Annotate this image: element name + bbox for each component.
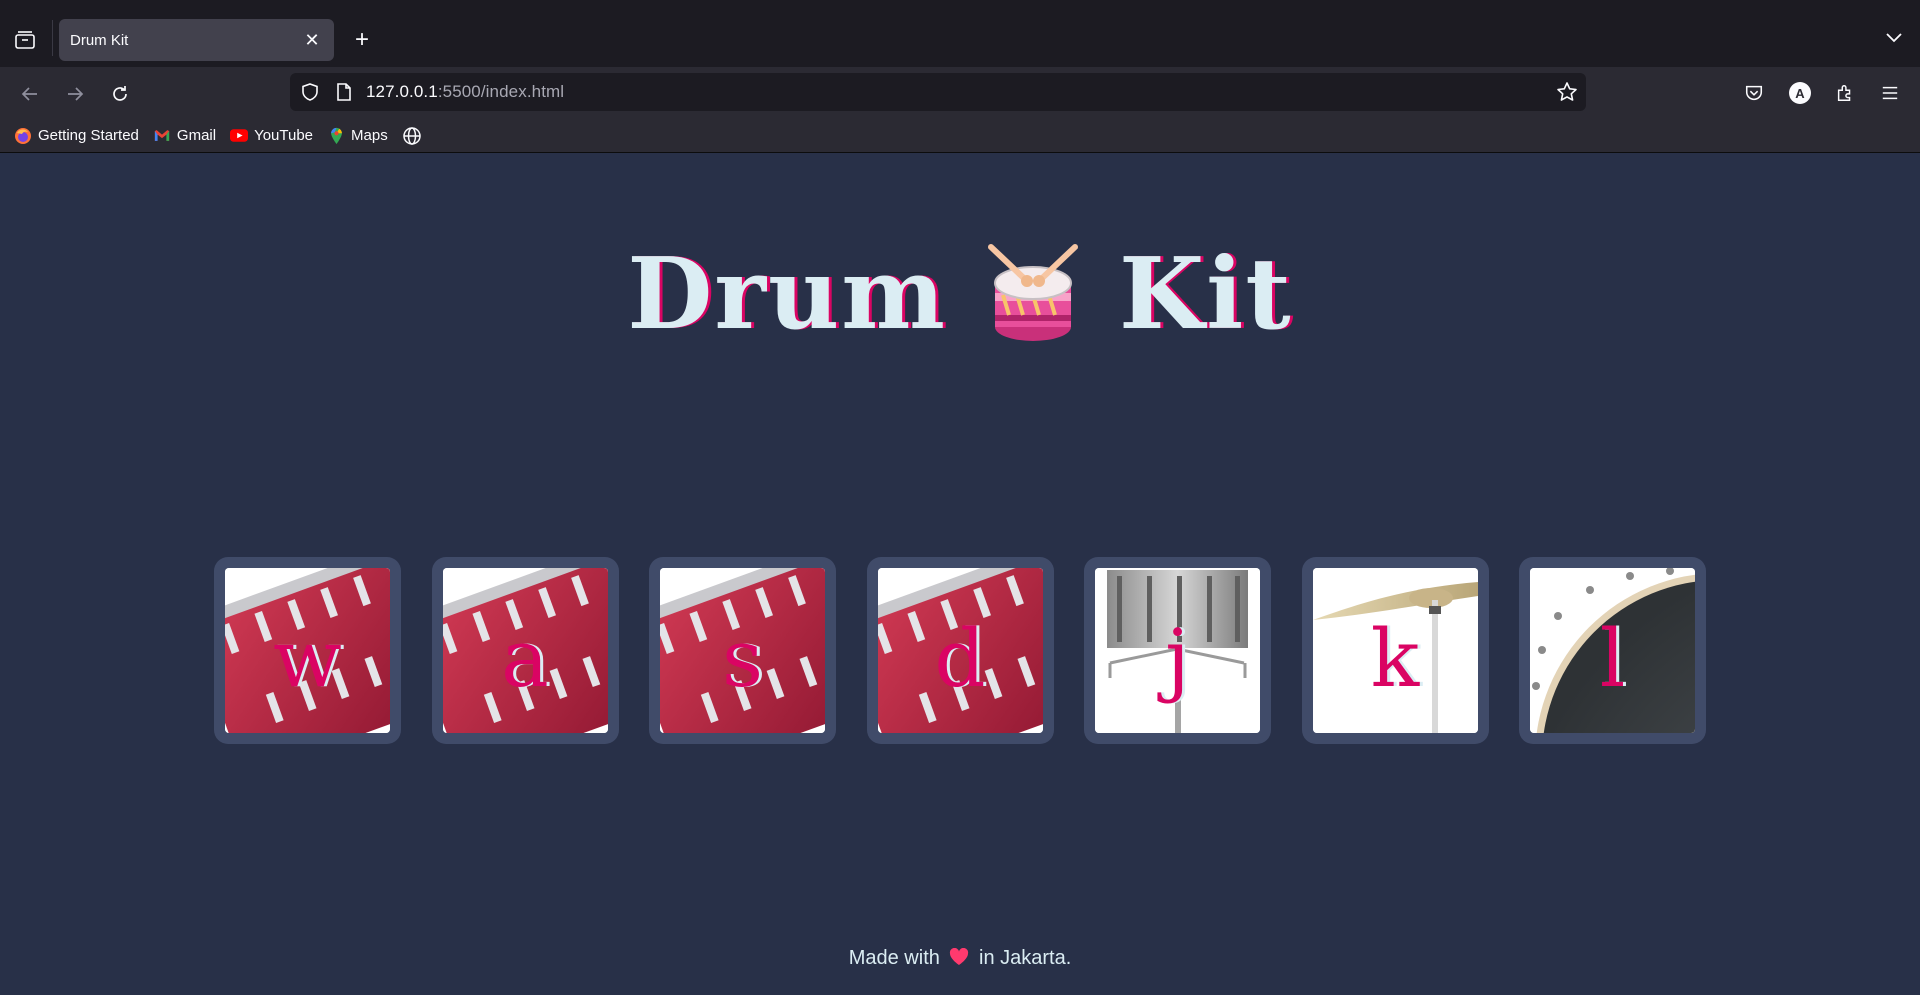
drum-key-label: a [501,611,549,705]
tom-drum-image: a [442,568,608,733]
tom-drum-image: d [877,568,1043,733]
bookmark-label: Maps [351,127,388,144]
bookmark-label: YouTube [254,127,314,144]
drum-key-label: s [721,611,764,705]
navigation-toolbar: 127.0.0.1:5500/index.html A [0,67,1920,119]
drum-key-label: k [1370,611,1420,705]
tab-bar: Drum Kit ✕ + [0,0,1920,67]
bookmark-getting-started[interactable]: Getting Started [14,127,139,145]
bookmark-label: Getting Started [38,127,139,144]
footer-text-after: in Jakarta. [979,947,1072,969]
reload-icon [113,86,127,101]
tom-drum-image: w [225,568,390,733]
drum-button-d[interactable]: d [866,557,1054,744]
globe-icon[interactable] [402,126,422,146]
arrow-right-icon [68,87,84,101]
arrow-left-icon [21,87,37,101]
shield-icon[interactable] [300,82,320,102]
new-tab-button[interactable]: + [350,26,374,54]
bookmark-youtube[interactable]: YouTube [230,127,313,145]
drum-button-a[interactable]: a [431,557,619,744]
snare-drum-image: j [1095,568,1260,733]
bookmark-gmail[interactable]: Gmail [153,127,216,145]
drum-button-s[interactable]: s [649,557,836,744]
pocket-icon[interactable] [1742,81,1766,105]
address-bar[interactable]: 127.0.0.1:5500/index.html [290,73,1586,111]
bookmark-maps[interactable]: Maps [327,127,388,145]
title-word-kit: Kit [1118,237,1293,352]
chevron-down-icon[interactable] [1882,28,1906,48]
drum-key-label: d [934,611,986,705]
drum-button-w[interactable]: w [214,557,401,744]
back-button[interactable] [16,80,44,108]
crash-cymbal-image: k [1312,568,1478,733]
firefox-icon [14,127,32,145]
drum-key-label: w [273,611,342,705]
bookmark-label: Gmail [176,127,217,144]
account-avatar[interactable]: A [1789,82,1811,104]
forward-button[interactable] [61,80,89,108]
bookmarks-toolbar: Getting Started Gmail YouTube Maps [0,119,1920,153]
close-tab-icon[interactable]: ✕ [300,30,324,51]
list-all-tabs-button[interactable] [12,28,38,52]
tab-separator [52,20,53,56]
footer: Made with in Jakarta. [0,947,1920,970]
drum-button-k[interactable]: k [1301,557,1489,744]
youtube-icon [230,127,249,145]
page-icon[interactable] [335,82,353,102]
maps-icon [327,127,345,145]
bookmark-star-icon[interactable] [1556,81,1578,103]
drum-key-label: j [1165,611,1190,705]
tom-drum-image: s [660,568,825,733]
drum-icon [987,243,1078,341]
extensions-icon[interactable] [1833,81,1857,105]
drum-button-j[interactable]: j [1084,557,1271,744]
page-title: Drum Kit [0,237,1920,352]
menu-icon[interactable] [1878,81,1902,105]
drum-button-l[interactable]: l [1519,557,1706,744]
title-word-drum: Drum [627,237,947,352]
drum-set: w a s d j k l [214,557,1706,744]
tab-title: Drum Kit [70,31,129,49]
tab-list-icon [15,31,35,49]
url-text[interactable]: 127.0.0.1:5500/index.html [366,82,564,102]
heart-icon [950,948,969,965]
drum-key-label: l [1599,611,1626,705]
tab-drum-kit[interactable]: Drum Kit ✕ [59,19,334,61]
kick-drum-image: l [1530,568,1695,733]
reload-button[interactable] [106,80,134,108]
url-host: 127.0.0.1 [366,82,438,101]
drum-kit-page: Drum Kit w a s d j k l Made with in Jaka… [0,153,1920,995]
footer-text-before: Made with [848,947,940,969]
url-path: :5500/index.html [437,82,565,101]
gmail-icon [153,127,171,145]
